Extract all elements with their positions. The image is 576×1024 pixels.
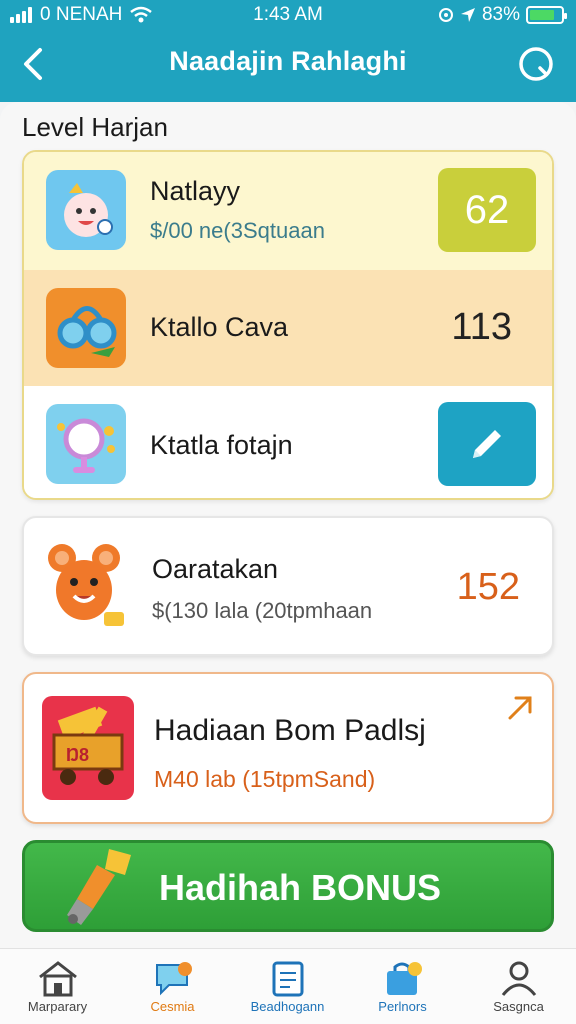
item-name: Ktallo Cava xyxy=(150,312,289,342)
notes-icon xyxy=(272,961,303,997)
nav-item-marparary[interactable]: Marparary xyxy=(0,959,115,1014)
list-item[interactable]: Natlayy $/00 ne(3Sqtuaan 62 xyxy=(24,152,552,270)
battery-icon xyxy=(526,6,567,24)
rocket-brush-icon xyxy=(67,849,131,925)
list-item[interactable]: Ktatla fotajn xyxy=(24,386,552,498)
page-title: Naadajin Rahlaghi xyxy=(169,46,407,76)
bonus-card[interactable]: Ŋ8 Hadiaan Bom Padlsj M40 lab (15tpmSand… xyxy=(22,672,554,824)
bonus-label: Hadihah BONUS xyxy=(159,867,442,908)
person-icon xyxy=(501,961,536,996)
score-badge: 62 xyxy=(438,168,536,252)
card-name: Hadiaan Bom Padlsj xyxy=(154,714,426,747)
pencil-icon xyxy=(473,430,501,458)
home-icon xyxy=(38,961,77,997)
reward-card[interactable]: Oaratakan $(130 lala (20tpmhaan 152 xyxy=(22,516,554,656)
bag-icon xyxy=(386,962,422,995)
chick-icon xyxy=(46,170,126,250)
nav-item-sasgnca[interactable]: Sasgnca xyxy=(461,959,576,1014)
nav-label: Cesmia xyxy=(150,999,195,1014)
status-right: 83% xyxy=(438,4,567,26)
nav-item-beadhogann[interactable]: Beadhogann xyxy=(230,959,345,1014)
item-name: Ktatla fotajn xyxy=(150,430,293,460)
bonus-button[interactable]: Hadihah BONUS xyxy=(22,840,554,932)
nav-label: Sasgnca xyxy=(493,999,544,1014)
list-item[interactable]: Ktallo Cava 113 xyxy=(24,270,552,386)
share-arrow-icon[interactable] xyxy=(504,692,536,724)
card-name: Oaratakan xyxy=(152,554,279,584)
section-title: Level Harjan xyxy=(22,112,168,142)
location-icon xyxy=(460,8,475,22)
item-value: 113 xyxy=(451,306,512,348)
level-group: Natlayy $/00 ne(3Sqtuaan 62 Ktallo Cava … xyxy=(22,150,554,500)
back-arrow-icon[interactable] xyxy=(18,46,48,82)
card-subtitle: $(130 lala (20tpmhaan xyxy=(152,598,373,623)
nav-label: Perlnors xyxy=(378,999,427,1014)
treasure-cart-icon: Ŋ8 xyxy=(42,696,134,800)
item-name: Natlayy xyxy=(150,176,241,206)
search-icon[interactable] xyxy=(516,44,556,84)
mouse-icon xyxy=(48,544,124,626)
chat-icon xyxy=(155,962,192,996)
top-bar: 0 NENAH 1:43 AM 83% Naadajin Rahlaghi xyxy=(0,0,576,102)
status-bar: 0 NENAH 1:43 AM 83% xyxy=(0,0,576,30)
card-value: 152 xyxy=(456,566,520,608)
edit-button[interactable] xyxy=(438,402,536,486)
svg-text:Ŋ8: Ŋ8 xyxy=(66,745,89,765)
nav-label: Marparary xyxy=(27,999,88,1014)
glasses-icon xyxy=(46,288,126,368)
card-subtitle: M40 lab (15tpmSand) xyxy=(154,766,376,792)
nav-item-perlnors[interactable]: Perlnors xyxy=(345,959,460,1014)
mirror-icon xyxy=(46,404,126,484)
alarm-icon xyxy=(438,8,453,22)
bottom-nav: Marparary Cesmia Beadhogann Perlnors Sas… xyxy=(0,948,576,1024)
item-subtitle: $/00 ne(3Sqtuaan xyxy=(150,218,325,243)
nav-item-cesmia[interactable]: Cesmia xyxy=(115,959,230,1014)
battery-percent: 83% xyxy=(481,4,520,25)
nav-label: Beadhogann xyxy=(250,999,325,1014)
